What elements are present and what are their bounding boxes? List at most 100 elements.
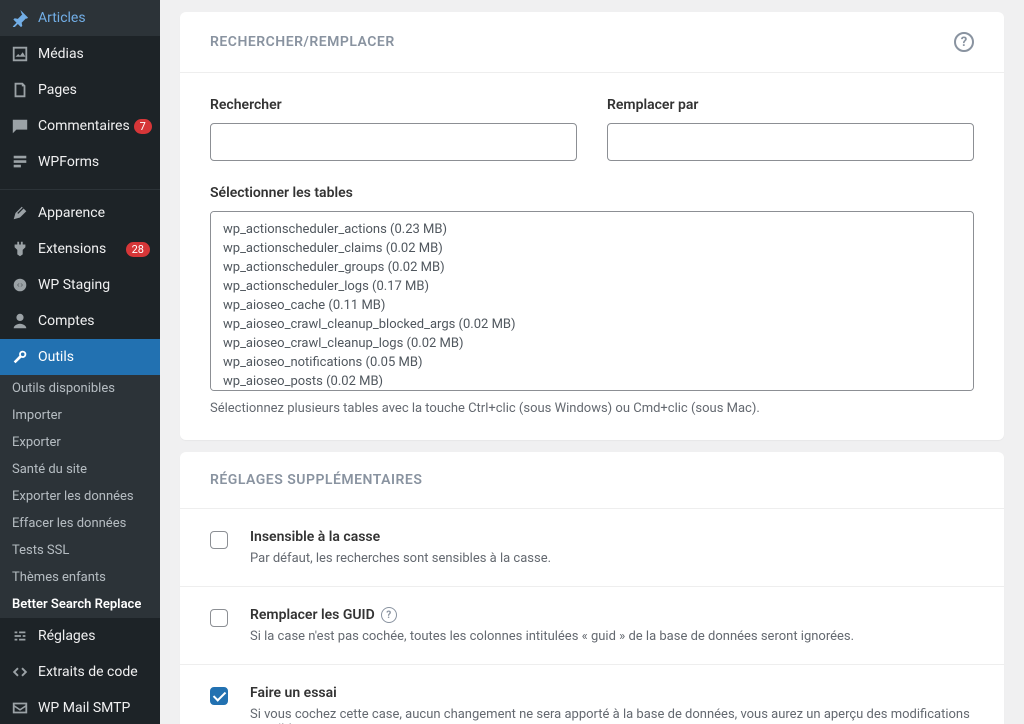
tables-group: Sélectionner les tables wp_actionschedul…	[210, 185, 974, 416]
help-icon[interactable]: ?	[954, 32, 974, 52]
menu-separator	[0, 185, 160, 190]
table-option[interactable]: wp_aioseo_cache (0.11 MB)	[211, 296, 973, 315]
card-title: RÉGLAGES SUPPLÉMENTAIRES	[210, 472, 422, 488]
main-content: RECHERCHER/REMPLACER ? Rechercher Rempla…	[160, 0, 1024, 724]
setting-title: Remplacer les GUID?	[250, 607, 974, 623]
card-header: RECHERCHER/REMPLACER ?	[180, 12, 1004, 73]
sidebar-item-label: Réglages	[38, 628, 150, 644]
sidebar-item-label: Pages	[38, 82, 150, 98]
card-header: RÉGLAGES SUPPLÉMENTAIRES	[180, 452, 1004, 509]
table-option[interactable]: wp_aioseo_crawl_cleanup_logs (0.02 MB)	[211, 334, 973, 353]
setting-row: Faire un essai Si vous cochez cette case,…	[180, 664, 1004, 724]
additional-settings-card: RÉGLAGES SUPPLÉMENTAIRES Insensible à la…	[180, 452, 1004, 724]
appearance-icon	[10, 203, 30, 223]
search-input[interactable]	[210, 123, 577, 161]
search-replace-card: RECHERCHER/REMPLACER ? Rechercher Rempla…	[180, 12, 1004, 440]
media-icon	[10, 44, 30, 64]
sidebar-item-label: Apparence	[38, 205, 150, 221]
search-label: Rechercher	[210, 97, 577, 113]
setting-desc: Si vous cochez cette case, aucun changem…	[250, 707, 974, 724]
sidebar-item-extensions[interactable]: Extensions 28	[0, 231, 160, 267]
checkbox-wrap	[210, 607, 250, 631]
table-option[interactable]: wp_actionscheduler_groups (0.02 MB)	[211, 258, 973, 277]
admin-sidebar: ArticlesMédiasPagesCommentaires7WPForms …	[0, 0, 160, 724]
code-icon	[10, 662, 30, 682]
sidebar-item-articles[interactable]: Articles	[0, 0, 160, 36]
settings-list: Insensible à la casse Par défaut, les rec…	[180, 509, 1004, 724]
table-option[interactable]: wp_actionscheduler_logs (0.17 MB)	[211, 277, 973, 296]
replace-group: Remplacer par	[607, 97, 974, 161]
checkbox[interactable]	[210, 687, 228, 705]
tables-label: Sélectionner les tables	[210, 185, 974, 201]
replace-label: Remplacer par	[607, 97, 974, 113]
setting-content: Faire un essai Si vous cochez cette case,…	[250, 685, 974, 724]
setting-title: Insensible à la casse	[250, 529, 974, 545]
user-icon	[10, 311, 30, 331]
submenu-item-santé-du-site[interactable]: Santé du site	[0, 456, 160, 483]
sidebar-item-label: WPForms	[38, 154, 150, 170]
settings-icon	[10, 626, 30, 646]
sidebar-item-label: Articles	[38, 10, 150, 26]
mail-icon	[10, 698, 30, 718]
table-option[interactable]: wp_actionscheduler_actions (0.23 MB)	[211, 220, 973, 239]
submenu-item-importer[interactable]: Importer	[0, 402, 160, 429]
setting-desc: Par défaut, les recherches sont sensible…	[250, 551, 974, 566]
form-row: Rechercher Remplacer par	[210, 97, 974, 161]
checkbox[interactable]	[210, 609, 228, 627]
setting-content: Insensible à la casse Par défaut, les rec…	[250, 529, 974, 566]
table-option[interactable]: wp_actionscheduler_claims (0.02 MB)	[211, 239, 973, 258]
sidebar-item-apparence[interactable]: Apparence	[0, 195, 160, 231]
staging-icon	[10, 275, 30, 295]
comment-icon	[10, 116, 30, 136]
sidebar-item-label: Commentaires	[38, 118, 130, 134]
sidebar-item-wp-mail-smtp[interactable]: WP Mail SMTP	[0, 690, 160, 724]
checkbox-wrap	[210, 529, 250, 553]
sidebar-item-label: Médias	[38, 46, 150, 62]
page-icon	[10, 80, 30, 100]
sidebar-item-wp-staging[interactable]: WP Staging	[0, 267, 160, 303]
help-icon[interactable]: ?	[381, 607, 397, 623]
submenu-item-exporter-les-données[interactable]: Exporter les données	[0, 483, 160, 510]
submenu-item-outils-disponibles[interactable]: Outils disponibles	[0, 375, 160, 402]
search-group: Rechercher	[210, 97, 577, 161]
table-option[interactable]: wp_aioseo_notifications (0.05 MB)	[211, 353, 973, 372]
submenu-item-effacer-les-données[interactable]: Effacer les données	[0, 510, 160, 537]
sidebar-item-label: Extraits de code	[38, 664, 150, 680]
pin-icon	[10, 8, 30, 28]
setting-content: Remplacer les GUID? Si la case n'est pas …	[250, 607, 974, 644]
sidebar-item-médias[interactable]: Médias	[0, 36, 160, 72]
plugin-icon	[10, 239, 30, 259]
sidebar-item-extraits-de-code[interactable]: Extraits de code	[0, 654, 160, 690]
setting-row: Remplacer les GUID? Si la case n'est pas …	[180, 586, 1004, 664]
sidebar-item-commentaires[interactable]: Commentaires 7	[0, 108, 160, 144]
menu-badge: 28	[126, 242, 150, 257]
checkbox[interactable]	[210, 531, 228, 549]
replace-input[interactable]	[607, 123, 974, 161]
tables-hint: Sélectionnez plusieurs tables avec la to…	[210, 401, 974, 416]
sidebar-item-réglages[interactable]: Réglages	[0, 618, 160, 654]
sidebar-item-wpforms[interactable]: WPForms	[0, 144, 160, 180]
submenu-item-thèmes-enfants[interactable]: Thèmes enfants	[0, 564, 160, 591]
setting-title: Faire un essai	[250, 685, 974, 701]
tools-icon	[10, 347, 30, 367]
form-icon	[10, 152, 30, 172]
sidebar-item-comptes[interactable]: Comptes	[0, 303, 160, 339]
table-option[interactable]: wp_aioseo_crawl_cleanup_blocked_args (0.…	[211, 315, 973, 334]
setting-row: Insensible à la casse Par défaut, les rec…	[180, 509, 1004, 586]
card-title: RECHERCHER/REMPLACER	[210, 34, 395, 50]
table-option[interactable]: wp_aioseo_posts (0.02 MB)	[211, 372, 973, 391]
sidebar-item-label: Comptes	[38, 313, 150, 329]
menu-badge: 7	[134, 119, 152, 134]
sidebar-item-pages[interactable]: Pages	[0, 72, 160, 108]
checkbox-wrap	[210, 685, 250, 709]
card-body: Rechercher Remplacer par Sélectionner le…	[180, 73, 1004, 440]
setting-desc: Si la case n'est pas cochée, toutes les …	[250, 629, 974, 644]
sidebar-item-label: WP Mail SMTP	[38, 700, 150, 716]
tables-select[interactable]: wp_actionscheduler_actions (0.23 MB)wp_a…	[210, 211, 974, 391]
sidebar-item-label: WP Staging	[38, 277, 150, 293]
submenu-item-tests-ssl[interactable]: Tests SSL	[0, 537, 160, 564]
submenu-item-exporter[interactable]: Exporter	[0, 429, 160, 456]
sidebar-item-outils[interactable]: Outils	[0, 339, 160, 375]
sidebar-item-label: Extensions	[38, 241, 122, 257]
submenu-item-better-search-replace[interactable]: Better Search Replace	[0, 591, 160, 618]
